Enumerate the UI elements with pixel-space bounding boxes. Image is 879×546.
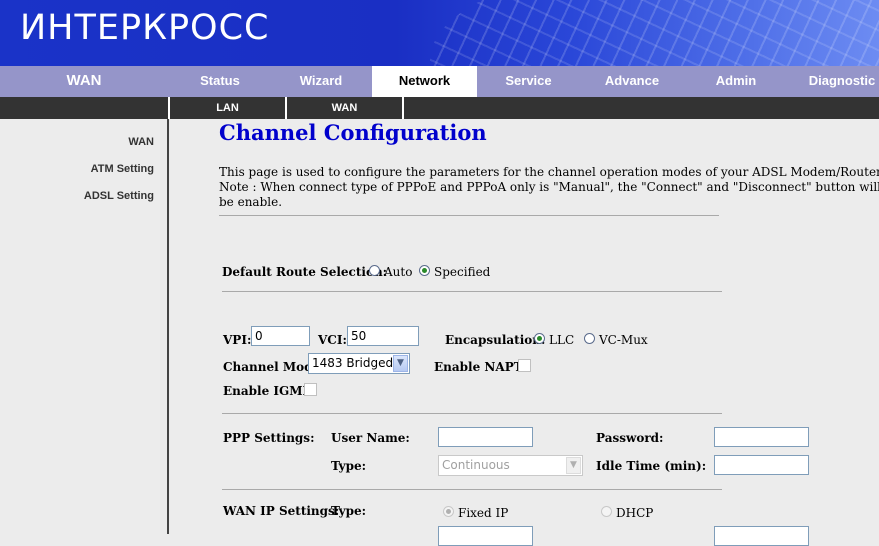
default-route-auto-radio[interactable] <box>369 265 380 276</box>
sidebar-item-adsl-setting[interactable]: ADSL Setting <box>84 190 154 202</box>
password-input[interactable] <box>714 427 809 447</box>
idle-time-input[interactable] <box>714 455 809 475</box>
tab-diagnostic[interactable]: Diagnostic <box>800 66 879 97</box>
dhcp-label: DHCP <box>616 506 654 520</box>
vpi-label: VPI: <box>223 333 252 347</box>
tab-admin[interactable]: Admin <box>684 66 788 97</box>
user-name-input[interactable] <box>438 427 533 447</box>
enable-napt-label: Enable NAPT: <box>434 360 527 374</box>
vci-label: VCI: <box>318 333 347 347</box>
fixed-ip-label: Fixed IP <box>458 506 509 520</box>
tab-advance[interactable]: Advance <box>580 66 684 97</box>
globe-graphic <box>430 0 879 66</box>
subtab-lan[interactable]: LAN <box>170 97 285 119</box>
divider <box>222 489 722 490</box>
enable-napt-checkbox[interactable] <box>518 359 531 372</box>
enable-igmp-label: Enable IGMP: <box>223 384 316 398</box>
encapsulation-vcmux-radio[interactable] <box>584 333 595 344</box>
sub-nav-bar <box>0 97 879 119</box>
ppp-type-select[interactable]: Continuous ▼ <box>438 455 583 476</box>
description-note-end: be enable. <box>219 195 283 209</box>
default-route-specified-radio[interactable] <box>419 265 430 276</box>
idle-time-label: Idle Time (min): <box>596 459 707 473</box>
default-route-auto-label: Auto <box>384 265 413 279</box>
brand-logo: ИНТЕРКРОСС <box>20 8 270 48</box>
vci-input[interactable]: 50 <box>347 326 419 346</box>
chevron-down-icon: ▼ <box>566 457 581 474</box>
sidebar-divider <box>167 119 169 534</box>
ppp-type-value: Continuous <box>442 458 510 472</box>
local-ip-input[interactable] <box>438 526 533 546</box>
ppp-type-label: Type: <box>331 459 367 473</box>
section-title: WAN <box>66 72 102 89</box>
divider <box>219 215 719 216</box>
fixed-ip-radio[interactable] <box>443 506 454 517</box>
chevron-down-icon: ▼ <box>393 355 408 372</box>
subnav-divider <box>402 97 404 119</box>
tab-wizard[interactable]: Wizard <box>270 66 372 97</box>
channel-mode-select[interactable]: 1483 Bridged ▼ <box>308 353 410 374</box>
sidebar-item-atm-setting[interactable]: ATM Setting <box>91 163 154 175</box>
default-route-specified-label: Specified <box>434 265 491 279</box>
encapsulation-label: Encapsulation: <box>445 333 546 347</box>
subtab-wan[interactable]: WAN <box>287 97 402 119</box>
sidebar <box>0 119 167 534</box>
vpi-input[interactable]: 0 <box>251 326 310 346</box>
tab-service[interactable]: Service <box>477 66 580 97</box>
page-title: Channel Configuration <box>219 120 487 145</box>
encapsulation-llc-label: LLC <box>549 333 575 347</box>
channel-mode-value: 1483 Bridged <box>312 356 394 370</box>
divider <box>222 291 722 292</box>
wan-ip-settings-label: WAN IP Settings: <box>223 504 340 518</box>
divider <box>222 413 722 414</box>
tab-network[interactable]: Network <box>372 66 477 97</box>
user-name-label: User Name: <box>331 431 410 445</box>
enable-igmp-checkbox[interactable] <box>304 383 317 396</box>
encapsulation-vcmux-label: VC-Mux <box>599 333 648 347</box>
password-label: Password: <box>596 431 664 445</box>
description-text: This page is used to configure the param… <box>219 165 879 179</box>
remote-ip-input[interactable] <box>714 526 809 546</box>
description-note: Note : When connect type of PPPoE and PP… <box>219 180 879 194</box>
dhcp-radio[interactable] <box>601 506 612 517</box>
header-banner: ИНТЕРКРОСС <box>0 0 879 66</box>
wan-ip-type-label: Type: <box>331 504 367 518</box>
sidebar-item-wan[interactable]: WAN <box>128 136 154 148</box>
tab-status[interactable]: Status <box>170 66 270 97</box>
default-route-label: Default Route Selection: <box>222 265 388 279</box>
ppp-settings-label: PPP Settings: <box>223 431 315 445</box>
encapsulation-llc-radio[interactable] <box>534 333 545 344</box>
